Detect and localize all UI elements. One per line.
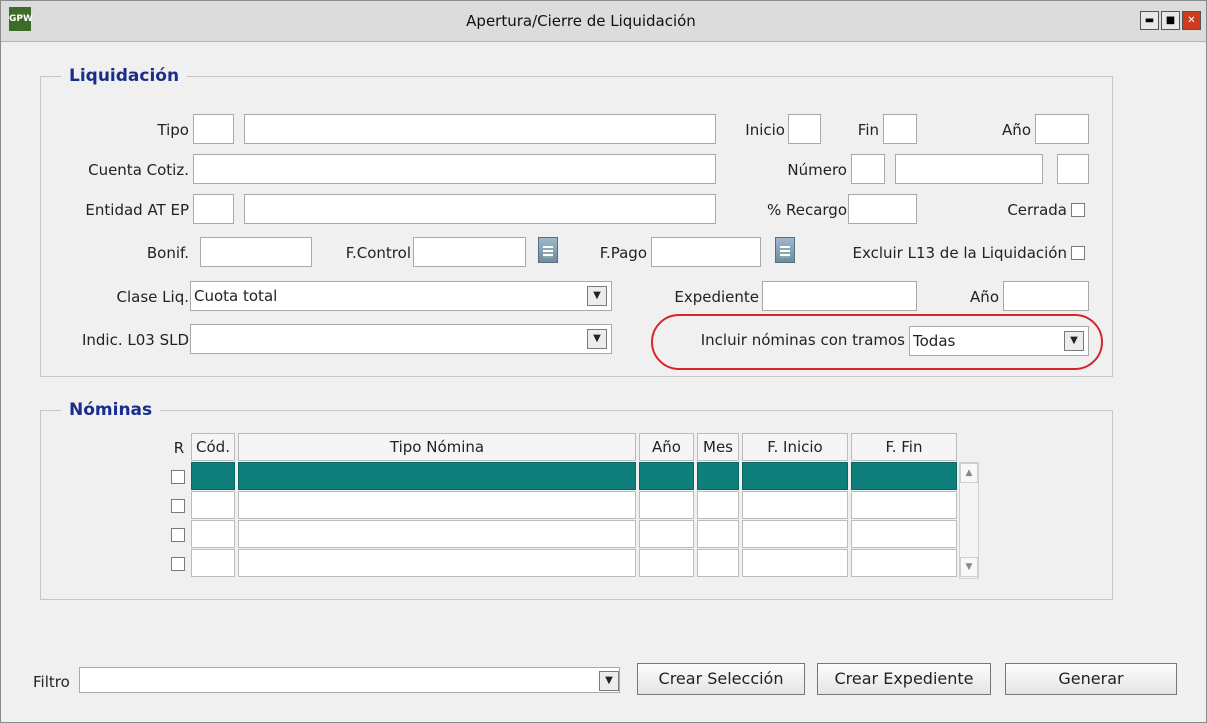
filtro-chevron-down-icon[interactable]: ▼	[599, 671, 619, 691]
fcontrol-calendar-icon[interactable]	[538, 237, 558, 263]
entidad-desc-input[interactable]	[244, 194, 716, 224]
fin-input[interactable]	[883, 114, 917, 144]
indic-l03-label: Indic. L03 SLD	[81, 331, 189, 349]
cerrada-label: Cerrada	[1007, 201, 1067, 219]
incluir-tramos-value: Todas	[913, 332, 956, 350]
table-cell[interactable]	[238, 491, 636, 519]
col-header-cod[interactable]: Cód.	[191, 433, 235, 461]
table-cell[interactable]	[697, 549, 739, 577]
table-cell[interactable]	[697, 491, 739, 519]
liquidacion-window: GPW Apertura/Cierre de Liquidación ▬ ■ ✕…	[0, 0, 1207, 723]
crear-expediente-button[interactable]: Crear Expediente	[817, 663, 991, 695]
table-cell[interactable]	[742, 549, 848, 577]
indic-l03-chevron-down-icon[interactable]: ▼	[587, 329, 607, 349]
col-header-f-inicio[interactable]: F. Inicio	[742, 433, 848, 461]
table-cell[interactable]	[238, 549, 636, 577]
anio2-label: Año	[970, 288, 999, 306]
fpago-label: F.Pago	[599, 244, 647, 262]
anio-label: Año	[1002, 121, 1031, 139]
excluir-l13-label: Excluir L13 de la Liquidación	[852, 244, 1067, 262]
clase-liq-chevron-down-icon[interactable]: ▼	[587, 286, 607, 306]
numero-input-1[interactable]	[851, 154, 885, 184]
expediente-label: Expediente	[674, 288, 759, 306]
row-r-checkbox[interactable]	[171, 499, 185, 513]
table-cell[interactable]	[191, 520, 235, 548]
table-cell[interactable]	[742, 520, 848, 548]
cerrada-checkbox[interactable]	[1071, 203, 1085, 217]
incluir-tramos-label: Incluir nóminas con tramos	[700, 331, 905, 349]
bonif-label: Bonif.	[146, 244, 189, 262]
close-button[interactable]: ✕	[1182, 11, 1201, 30]
table-cell[interactable]	[851, 491, 957, 519]
col-header-tipo-nomina[interactable]: Tipo Nómina	[238, 433, 636, 461]
nominas-legend: Nóminas	[61, 399, 161, 421]
col-header-mes[interactable]: Mes	[697, 433, 739, 461]
table-cell[interactable]	[639, 549, 694, 577]
clase-liq-select[interactable]: Cuota total	[190, 281, 612, 311]
entidad-code-input[interactable]	[193, 194, 234, 224]
tipo-label: Tipo	[157, 121, 189, 139]
recargo-label: % Recargo	[766, 201, 847, 219]
title-bar[interactable]: GPW Apertura/Cierre de Liquidación ▬ ■ ✕	[1, 1, 1206, 42]
indic-l03-select[interactable]	[190, 324, 612, 354]
inicio-label: Inicio	[745, 121, 785, 139]
table-cell[interactable]	[697, 520, 739, 548]
table-cell[interactable]	[742, 462, 848, 490]
excluir-l13-checkbox[interactable]	[1071, 246, 1085, 260]
table-cell[interactable]	[639, 491, 694, 519]
fcontrol-input[interactable]	[413, 237, 526, 267]
filtro-select[interactable]	[79, 667, 620, 693]
table-cell[interactable]	[851, 520, 957, 548]
liquidacion-legend: Liquidación	[61, 65, 188, 87]
fin-label: Fin	[857, 121, 879, 139]
filtro-label: Filtro	[33, 673, 70, 691]
clase-liq-label: Clase Liq.	[116, 288, 189, 306]
table-cell[interactable]	[851, 462, 957, 490]
col-header-r: R	[173, 439, 185, 457]
anio-input[interactable]	[1035, 114, 1089, 144]
table-cell[interactable]	[697, 462, 739, 490]
window-title: Apertura/Cierre de Liquidación	[466, 12, 696, 30]
scroll-up-icon[interactable]: ▲	[960, 463, 978, 483]
expediente-input[interactable]	[762, 281, 917, 311]
numero-input-2[interactable]	[895, 154, 1043, 184]
crear-seleccion-button[interactable]: Crear Selección	[637, 663, 805, 695]
row-r-checkbox[interactable]	[171, 557, 185, 571]
anio2-input[interactable]	[1003, 281, 1089, 311]
table-cell[interactable]	[191, 491, 235, 519]
inicio-input[interactable]	[788, 114, 821, 144]
table-cell[interactable]	[639, 462, 694, 490]
table-cell[interactable]	[191, 549, 235, 577]
tipo-code-input[interactable]	[193, 114, 234, 144]
cuenta-cotiz-label: Cuenta Cotiz.	[88, 161, 189, 179]
table-cell[interactable]	[238, 462, 636, 490]
scroll-down-icon[interactable]: ▼	[960, 557, 978, 577]
generar-button[interactable]: Generar	[1005, 663, 1177, 695]
tipo-desc-input[interactable]	[244, 114, 716, 144]
col-header-anio[interactable]: Año	[639, 433, 694, 461]
cuenta-cotiz-input[interactable]	[193, 154, 716, 184]
numero-input-3[interactable]	[1057, 154, 1089, 184]
fpago-calendar-icon[interactable]	[775, 237, 795, 263]
table-cell[interactable]	[639, 520, 694, 548]
recargo-input[interactable]	[848, 194, 917, 224]
col-header-f-fin[interactable]: F. Fin	[851, 433, 957, 461]
numero-label: Número	[787, 161, 847, 179]
incluir-tramos-chevron-down-icon[interactable]: ▼	[1064, 331, 1084, 351]
maximize-button[interactable]: ■	[1161, 11, 1180, 30]
bonif-input[interactable]	[200, 237, 312, 267]
row-r-checkbox[interactable]	[171, 470, 185, 484]
table-cell[interactable]	[238, 520, 636, 548]
clase-liq-value: Cuota total	[194, 287, 278, 305]
row-r-checkbox[interactable]	[171, 528, 185, 542]
table-cell[interactable]	[851, 549, 957, 577]
incluir-tramos-select[interactable]: Todas	[909, 326, 1089, 356]
table-cell[interactable]	[191, 462, 235, 490]
entidad-label: Entidad AT EP	[85, 201, 189, 219]
table-cell[interactable]	[742, 491, 848, 519]
minimize-button[interactable]: ▬	[1140, 11, 1159, 30]
fcontrol-label: F.Control	[345, 244, 411, 262]
fpago-input[interactable]	[651, 237, 761, 267]
